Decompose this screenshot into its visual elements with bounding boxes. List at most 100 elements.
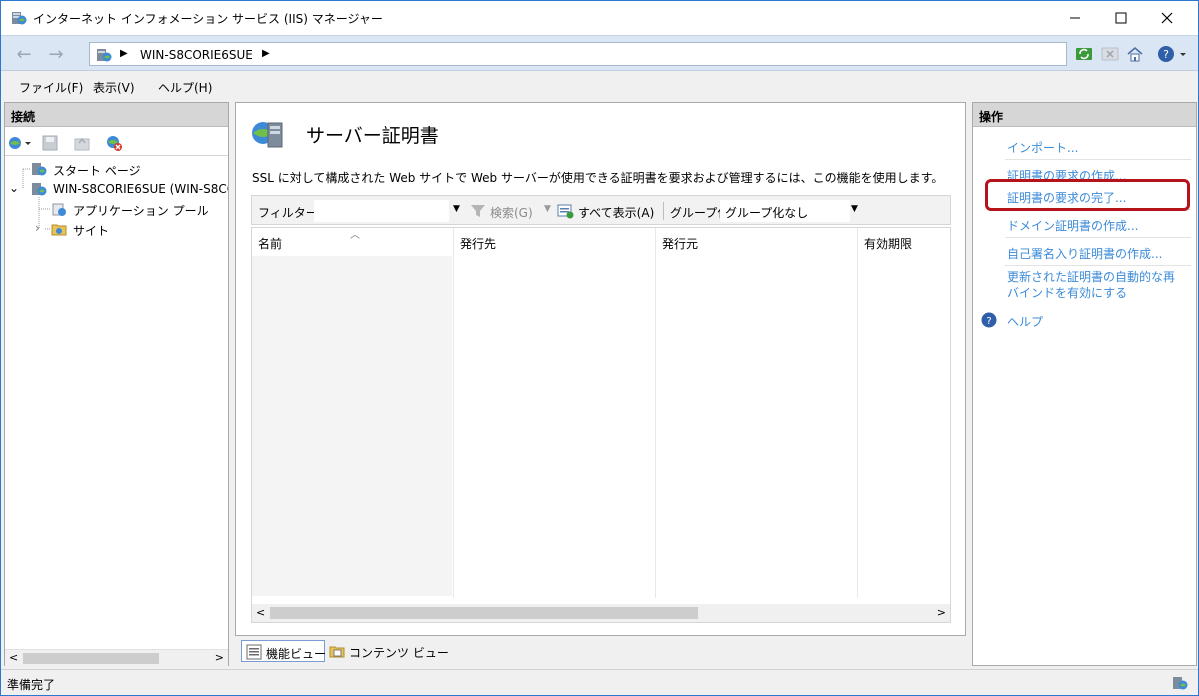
maximize-icon [1115,12,1127,24]
filter-dropdown-icon[interactable]: ▼ [453,204,460,214]
up-icon[interactable] [73,134,91,152]
action-enable-rebind[interactable]: 更新された証明書の自動的な再 バインドを有効にする [1007,269,1193,301]
filter-bar: フィルター: ▼ 検索(G) ▼ すべて表示(A) グループ化: グループ化なし… [251,195,951,225]
stop-icon[interactable] [1101,45,1119,63]
tree-item-label: スタート ページ [53,164,141,178]
column-header-expiration[interactable]: 有効期限 [858,228,952,256]
filter-label: フィルター: [258,206,322,220]
tab-label: コンテンツ ビュー [349,646,449,660]
connect-globe-icon[interactable] [7,134,35,152]
scroll-left-icon[interactable]: < [256,606,265,619]
home-icon[interactable] [1126,45,1144,63]
breadcrumb-server[interactable]: WIN-S8CORIE6SUE [140,48,253,62]
minimize-icon [1070,17,1080,19]
maximize-button[interactable] [1098,1,1144,35]
scroll-right-icon[interactable]: > [215,651,224,664]
window-title: インターネット インフォメーション サービス (IIS) マネージャー [33,12,383,26]
action-create-domain-cert[interactable]: ドメイン証明書の作成... [1007,217,1138,234]
address-field[interactable]: ▶ WIN-S8CORIE6SUE ▶ [89,42,1067,66]
actions-header: 操作 [973,103,1196,127]
minimize-button[interactable] [1052,1,1098,35]
features-view-icon [246,644,262,660]
title-bar: インターネット インフォメーション サービス (IIS) マネージャー [1,1,1198,35]
highlight-box [985,179,1190,211]
status-text: 準備完了 [7,678,56,692]
show-all-button[interactable]: すべて表示(A) [578,204,654,221]
page-description: SSL に対して構成された Web サイトで Web サーバーが使用できる証明書… [252,171,944,185]
status-server-icon [1173,677,1188,690]
server-certificates-icon [252,122,283,148]
toolbar-separator [663,202,664,220]
address-bar: ← → ▶ WIN-S8CORIE6SUE ▶ ? [1,35,1198,71]
search-button[interactable]: 検索(G) [490,204,533,221]
scroll-right-icon[interactable]: > [937,606,946,619]
menu-help[interactable]: ヘルプ(H) [158,79,212,96]
group-by-dropdown-icon[interactable]: ▼ [851,204,858,214]
group-by-value: グループ化なし [725,206,809,220]
column-divider [453,228,454,598]
action-separator [1005,159,1191,160]
help-icon[interactable]: ? [1157,45,1175,63]
action-import[interactable]: インポート... [1007,139,1078,156]
tab-content-view[interactable]: コンテンツ ビュー [325,640,449,662]
server-icon [97,49,112,62]
group-by-select[interactable]: グループ化なし [720,200,850,222]
content-view-icon [329,646,345,658]
connections-pane: 接続 スタート ページ ⌄ WIN-S8CORIE6SUE (WIN-S8C ア… [4,102,229,666]
chevron-down-icon[interactable] [1178,45,1188,63]
scroll-thumb[interactable] [270,607,698,619]
back-arrow-icon: ← [16,43,32,65]
column-divider [857,228,858,598]
status-bar: 準備完了 [1,669,1198,695]
column-divider [655,228,656,598]
sorted-column-shade [252,256,452,596]
svg-text:?: ? [986,316,991,327]
show-all-icon [557,204,574,219]
menu-file[interactable]: ファイル(F) [19,79,83,96]
column-header-issued-to[interactable]: 発行先 [454,228,654,256]
column-header-issued-by[interactable]: 発行元 [656,228,856,256]
tree-guide-lines [22,168,51,230]
back-button[interactable]: ← [11,42,37,66]
page-title: サーバー証明書 [306,125,439,147]
iis-manager-window: インターネット インフォメーション サービス (IIS) マネージャー ← → … [0,0,1199,696]
scroll-left-icon[interactable]: < [9,651,18,664]
menu-bar: ファイル(F) 表示(V) ヘルプ(H) [1,72,1198,100]
help-icon: ? [981,312,997,328]
action-create-self-signed[interactable]: 自己署名入り証明書の作成... [1007,245,1162,262]
filter-funnel-icon [471,205,485,217]
filter-input[interactable] [314,200,449,222]
breadcrumb-separator: ▶ [120,48,128,59]
refresh-icon[interactable] [1075,45,1093,63]
forward-arrow-icon: → [48,43,64,65]
view-tabs: 機能ビュー コンテンツ ビュー [235,638,966,666]
tab-label: 機能ビュー [266,647,327,661]
connections-toolbar [5,128,228,156]
iis-app-icon [12,12,27,25]
action-label: 更新された証明書の自動的な再 [1007,270,1176,284]
action-separator [1005,237,1191,238]
menu-view[interactable]: 表示(V) [93,79,135,96]
forward-button[interactable]: → [43,42,69,66]
disconnect-icon[interactable] [105,134,123,152]
connections-hscrollbar[interactable]: < > [5,649,228,666]
certificates-list[interactable]: ︿ 名前 発行先 発行元 有効期限 < > [251,227,951,623]
tree-item-label: WIN-S8CORIE6SUE (WIN-S8CORIE6SUE\Adminis… [53,182,228,196]
tree-item-label: アプリケーション プール [73,204,209,218]
action-help[interactable]: ヘルプ [1007,313,1043,330]
breadcrumb-separator[interactable]: ▶ [262,48,270,59]
action-separator [1005,265,1191,266]
scroll-thumb[interactable] [23,653,159,664]
tab-features-view[interactable]: 機能ビュー [241,640,327,662]
list-hscrollbar[interactable]: < > [252,604,950,622]
save-icon[interactable] [41,134,59,152]
svg-text:?: ? [1163,48,1169,61]
search-dropdown-icon[interactable]: ▼ [544,204,551,214]
action-label: バインドを有効にする [1007,286,1128,300]
close-button[interactable] [1144,1,1190,35]
feature-pane: サーバー証明書 SSL に対して構成された Web サイトで Web サーバーが… [235,102,966,636]
column-header-name[interactable]: 名前 [252,228,452,256]
close-icon [1161,12,1173,24]
connections-header: 接続 [5,103,228,127]
tree-item-label: サイト [73,224,110,238]
